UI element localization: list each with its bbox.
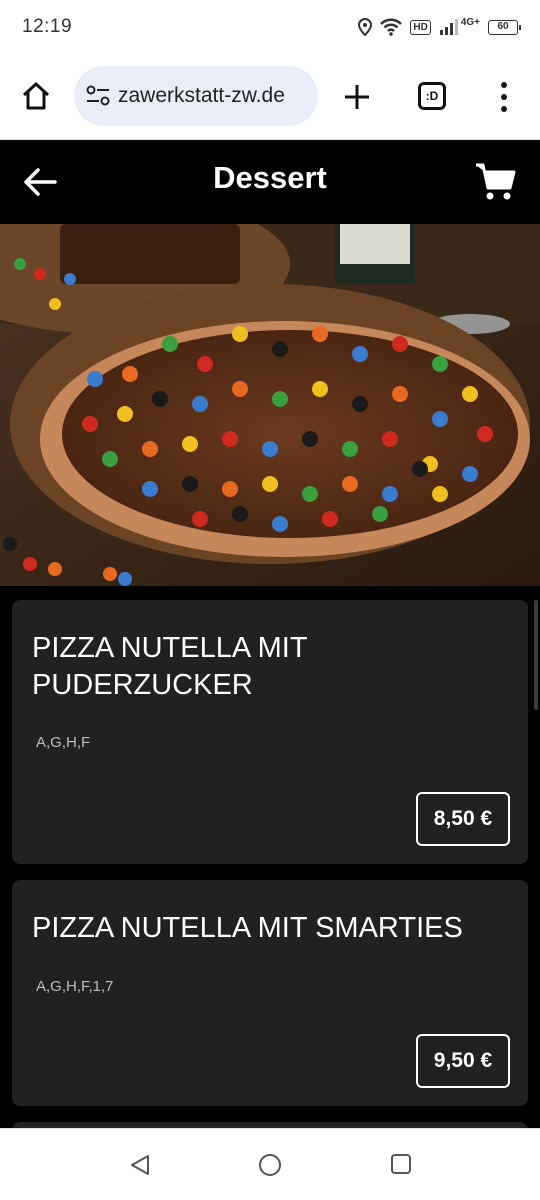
cart-icon[interactable] <box>474 160 516 202</box>
battery-icon: 60 <box>488 19 521 35</box>
scrollbar[interactable] <box>534 600 538 710</box>
menu-item-card[interactable]: PIZZA NUTELLA MIT PUDERZUCKER A,G,H,F 8,… <box>12 600 528 864</box>
plus-icon[interactable] <box>342 82 372 112</box>
url-text: zawerkstatt-zw.de <box>118 84 285 107</box>
browser-toolbar: zawerkstatt-zw.de :D <box>0 54 540 140</box>
price-button[interactable]: 8,50 € <box>416 792 510 846</box>
dessert-pizza-photo <box>0 224 540 586</box>
item-allergens: A,G,H,F <box>36 734 91 751</box>
url-bar[interactable]: zawerkstatt-zw.de <box>74 66 318 126</box>
price-button[interactable]: 9,50 € <box>416 1034 510 1088</box>
system-nav-bar <box>0 1128 540 1200</box>
item-allergens: A,G,H,F,1,7 <box>36 978 114 995</box>
home-icon[interactable] <box>20 80 52 112</box>
tabs-icon[interactable]: :D <box>418 82 446 110</box>
nav-home-icon[interactable] <box>258 1153 282 1177</box>
item-name: PIZZA NUTELLA MIT PUDERZUCKER <box>32 632 308 701</box>
nav-recent-apps-icon[interactable] <box>390 1153 412 1175</box>
wifi-icon <box>380 18 403 36</box>
menu-item-list: PIZZA NUTELLA MIT PUDERZUCKER A,G,H,F 8,… <box>12 600 528 1158</box>
app-header: Dessert <box>0 140 540 224</box>
menu-item-card[interactable]: PIZZA NUTELLA MIT SMARTIES A,G,H,F,1,7 9… <box>12 880 528 1106</box>
more-icon[interactable] <box>496 82 512 112</box>
location-icon <box>358 18 373 36</box>
status-bar: 12:19 HD 4G+ 60 <box>0 0 540 54</box>
screen: 12:19 HD 4G+ 60 zawerkstatt-zw.de :D Des… <box>0 0 540 1200</box>
site-settings-icon[interactable] <box>86 85 110 107</box>
signal-icon <box>439 19 458 35</box>
item-name: PIZZA NUTELLA MIT SMARTIES <box>32 912 463 944</box>
network-type: 4G+ <box>460 16 480 28</box>
status-time: 12:19 <box>22 16 73 37</box>
nav-back-icon[interactable] <box>128 1153 152 1177</box>
page-title: Dessert <box>213 160 327 195</box>
status-icons: HD 4G+ 60 <box>358 16 521 36</box>
hd-badge: HD <box>410 19 431 35</box>
